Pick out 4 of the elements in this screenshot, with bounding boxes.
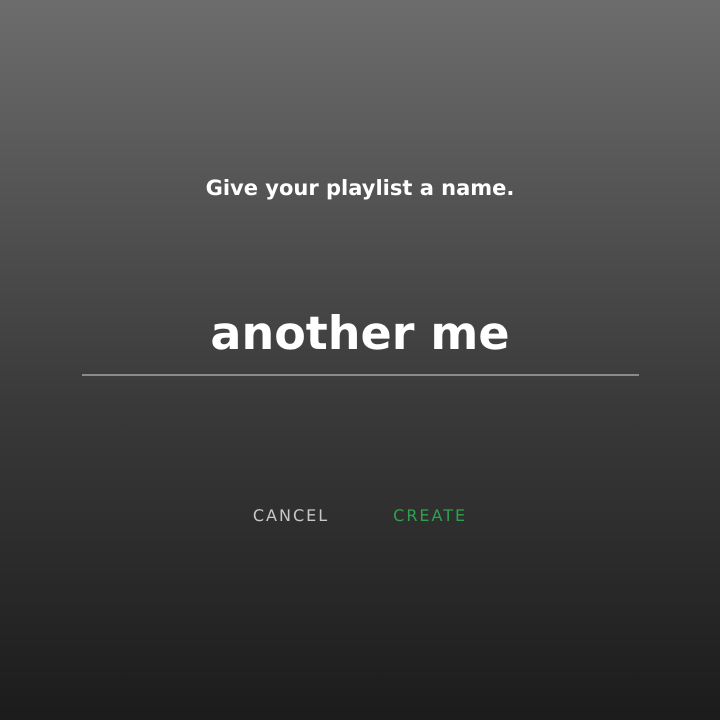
cancel-button[interactable]: CANCEL <box>242 498 340 533</box>
create-button[interactable]: CREATE <box>383 498 478 533</box>
playlist-name-field[interactable]: another me <box>82 306 638 376</box>
dialog-title: Give your playlist a name. <box>206 175 514 202</box>
